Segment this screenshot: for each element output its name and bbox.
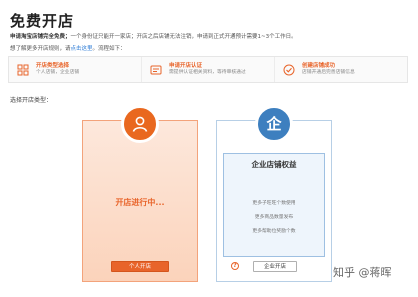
step-choose-type: 开店类型选择 个人店铺，企业店铺 — [9, 57, 141, 82]
step-desc: 个人店铺，企业店铺 — [36, 69, 80, 75]
personal-status: 开店进行中... — [115, 198, 165, 207]
benefit-item: 更多帮助位奖励个数 — [252, 229, 296, 234]
step-success: 创建店铺成功 店铺开通后完善店铺信息 — [274, 57, 407, 82]
enterprise-icon: 企 — [255, 105, 293, 143]
step-certification: 申请开店认证 需提供认证相关资料，等待审核通过 — [141, 57, 274, 82]
notice-bold: 申请淘宝店铺完全免费； — [10, 34, 71, 40]
page-title: 免费开店 — [10, 12, 75, 30]
step-title: 开店类型选择 — [36, 63, 70, 70]
notice-rest: 一个身份证只能开一家店；开店之后店铺无法注销，申请到正式开通预计需要1~3个工作… — [70, 34, 297, 40]
benefit-item: 更多商品数量发布 — [254, 215, 294, 220]
info-suffix: 。流程如下： — [92, 46, 126, 52]
personal-open-button[interactable]: 个人开店 — [111, 261, 169, 272]
step-title: 申请开店认证 — [169, 63, 203, 70]
section-label: 选择开店类型： — [10, 97, 53, 104]
enterprise-store-card[interactable]: 企 企业店铺权益 更多子旺旺个数使用 更多商品数量发布 更多帮助位奖励个数 ? … — [216, 105, 332, 282]
info-text: 想了解更多开店规则，请点击这里。流程如下： — [10, 44, 126, 52]
step-desc: 店铺开通后完善店铺信息 — [302, 69, 355, 75]
enterprise-open-button[interactable]: 企业开店 — [253, 261, 297, 272]
certification-icon — [150, 64, 162, 76]
rules-link[interactable]: 点击这里 — [71, 46, 93, 52]
store-type-icon — [17, 64, 29, 76]
benefit-item: 更多子旺旺个数使用 — [252, 201, 296, 206]
help-icon[interactable]: ? — [231, 262, 239, 270]
check-circle-icon — [283, 64, 295, 76]
process-steps: 开店类型选择 个人店铺，企业店铺 申请开店认证 需提供认证相关资料，等待审核通过… — [8, 56, 408, 83]
enterprise-heading: 企业店铺权益 — [251, 160, 297, 169]
info-prefix: 想了解更多开店规则，请 — [10, 46, 71, 52]
person-icon — [121, 105, 159, 143]
step-title: 创建店铺成功 — [302, 63, 336, 70]
enterprise-badge-text: 企 — [266, 114, 282, 133]
step-desc: 需提供认证相关资料，等待审核通过 — [169, 69, 246, 75]
notice-text: 申请淘宝店铺完全免费；一个身份证只能开一家店；开店之后店铺无法注销，申请到正式开… — [10, 32, 297, 40]
personal-store-card[interactable]: 开店进行中... 个人开店 — [82, 105, 198, 282]
watermark: 知乎 @蒋晖 — [333, 266, 392, 279]
